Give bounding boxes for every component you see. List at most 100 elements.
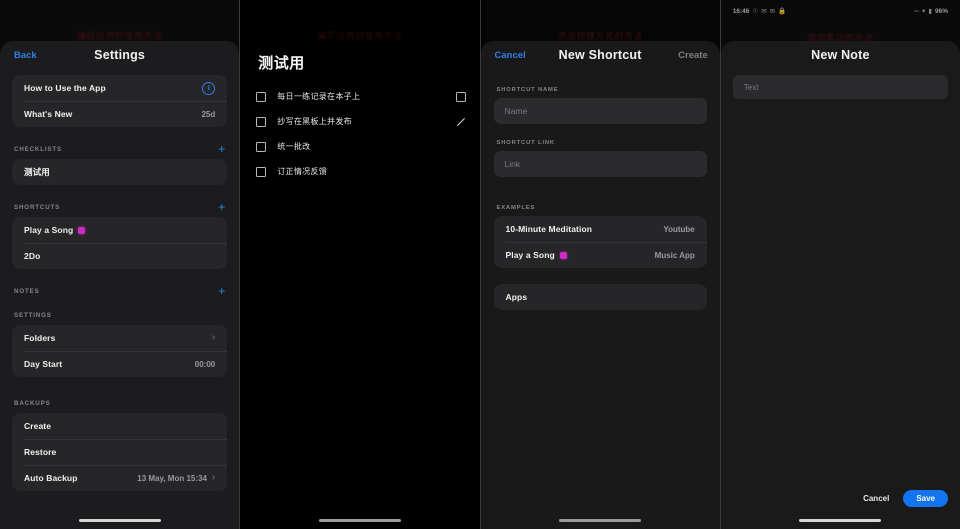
create-button[interactable]: Create [678,50,708,61]
list-item-label: 抄写在黑板上并发布 [277,117,352,126]
list-item-trailing[interactable] [455,91,466,102]
row-restore-backup[interactable]: Restore [12,439,228,465]
row-value: 25d [201,109,216,119]
add-checklist-button[interactable]: + [218,143,225,155]
examples-card: 10-Minute Meditation Youtube Play a Song… [493,216,707,268]
lock-icon: 🔒 [778,8,787,15]
checkbox-icon[interactable] [256,91,267,102]
section-title-examples: EXAMPLES [496,205,536,211]
row-shortcut-play-a-song[interactable]: Play a Song [12,217,227,243]
row-checklist-item[interactable]: 测试用 [12,159,227,185]
row-label: Create [24,421,52,431]
wifi-icon: ▾ [922,8,926,15]
list-item[interactable]: 统一批改 [240,134,479,159]
screenshot-strip: 捕捉应用的使用方法 Back Settings How to Use the A… [0,0,960,529]
section-title: BACKUPS [14,399,51,407]
row-create-backup[interactable]: Create [12,413,227,439]
info-circle-icon[interactable]: i [202,81,216,95]
page-title: New Note [811,48,870,62]
row-label: How to Use the App [24,83,106,93]
section-header-shortcuts: SHORTCUTS + [0,197,239,217]
home-indicator [799,519,882,522]
checkbox-icon[interactable] [455,91,466,102]
row-label: 10-Minute Meditation [505,224,593,234]
row-label: 测试用 [24,167,50,177]
shortcuts-card: Play a Song 2Do [12,217,228,269]
row-how-to-use[interactable]: How to Use the App i [12,75,227,101]
backups-card: Create Restore Auto Backup 13 May, Mon 1… [12,413,228,491]
message-icon: ✉ [761,8,767,15]
list-item-label: 订正情况反馈 [277,167,328,176]
message-icon: ✉ [769,8,776,15]
settings-navbar: Back Settings [0,41,239,71]
section-header-checklists: CHECKLISTS + [0,139,239,159]
cancel-button[interactable]: Cancel [863,494,889,503]
example-row-play-a-song[interactable]: Play a Song Music App [494,242,707,268]
chevron-right-icon: › [211,332,216,343]
row-shortcut-2do[interactable]: 2Do [12,243,228,269]
list-item[interactable]: 每日一练记录在本子上 [240,84,479,109]
add-shortcut-button[interactable]: + [218,201,225,213]
note-action-bar: Cancel Save [863,490,948,507]
row-folders[interactable]: Folders › [12,325,227,351]
note-text-field[interactable]: Text [732,75,948,99]
panel-settings: 捕捉应用的使用方法 Back Settings How to Use the A… [0,0,240,529]
pencil-icon[interactable] [456,117,466,127]
field-label-shortcut-name: SHORTCUT NAME [496,87,559,93]
row-label: Play a Song [506,250,567,260]
panel-new-note: 16:46 ☉ ✉ ✉ 🔒 ∼ ▾ ▮ 96% 添加笔记的方法 New Note… [719,0,960,529]
checklist-title: 测试用 [258,55,305,72]
section-header-backups: BACKUPS [0,393,239,413]
checkbox-icon[interactable] [256,166,267,177]
row-label: Apps [505,292,528,302]
example-row-meditation[interactable]: 10-Minute Meditation Youtube [494,216,707,242]
location-icon: ☉ [752,8,759,15]
row-value: 00:00 [194,359,216,369]
row-label: Folders [24,333,56,343]
home-indicator [559,519,642,522]
section-header-notes: NOTES + [0,281,239,301]
row-label: 2Do [24,251,41,261]
chevron-right-icon: › [211,472,216,483]
list-item[interactable]: 订正情况反馈 [240,159,479,184]
row-auto-backup[interactable]: Auto Backup 13 May, Mon 15:34 › [12,465,228,491]
section-title: NOTES [14,287,40,295]
status-bar-left: 16:46 ☉ ✉ ✉ 🔒 [732,7,787,16]
panel-checklist: 编写应用的使用方法 测试用 每日一练记录在本子上 抄写在黑板上并发布 统一批改 … [239,0,480,529]
list-item-trailing[interactable] [456,117,466,127]
row-label: What's New [24,109,73,119]
row-source: Youtube [663,224,695,234]
status-bar: 16:46 ☉ ✉ ✉ 🔒 ∼ ▾ ▮ 96% [721,0,960,22]
list-item[interactable]: 抄写在黑板上并发布 [240,109,479,134]
row-value: 13 May, Mon 15:34 [137,473,207,483]
field-label-shortcut-link: SHORTCUT LINK [496,140,555,146]
new-note-sheet: New Note Text Cancel Save [720,41,960,529]
signal-icon: ∼ [913,8,920,15]
clock-time: 16:46 [732,7,750,15]
help-card: How to Use the App i What's New 25d [12,75,228,127]
row-label: Auto Backup [24,473,78,483]
section-header-settings: SETTINGS [0,305,239,325]
row-label: Day Start [24,359,63,369]
list-item-label: 每日一练记录在本子上 [277,92,361,101]
add-note-button[interactable]: + [218,285,225,297]
shortcut-name-placeholder: Name [504,106,528,116]
row-trailing: i [202,81,216,95]
checkbox-icon[interactable] [256,116,267,127]
checkbox-icon[interactable] [256,141,267,152]
shortcut-name-field[interactable]: Name [493,98,707,124]
settings-sheet: Back Settings How to Use the App i What'… [0,41,240,529]
row-label: Play a Song [24,225,86,235]
save-button[interactable]: Save [903,490,948,507]
row-whats-new[interactable]: What's New 25d [12,101,228,127]
row-label-text: Play a Song [505,250,555,260]
note-text-placeholder: Text [743,82,759,92]
row-apps[interactable]: Apps [494,284,707,310]
new-shortcut-navbar: Cancel New Shortcut Create [481,41,720,71]
home-indicator [78,519,161,522]
shortcut-link-field[interactable]: Link [493,151,707,177]
row-trailing: › [207,333,215,343]
checklists-card: 测试用 [12,159,228,185]
music-badge-icon [78,227,86,234]
row-day-start[interactable]: Day Start 00:00 [12,351,228,377]
